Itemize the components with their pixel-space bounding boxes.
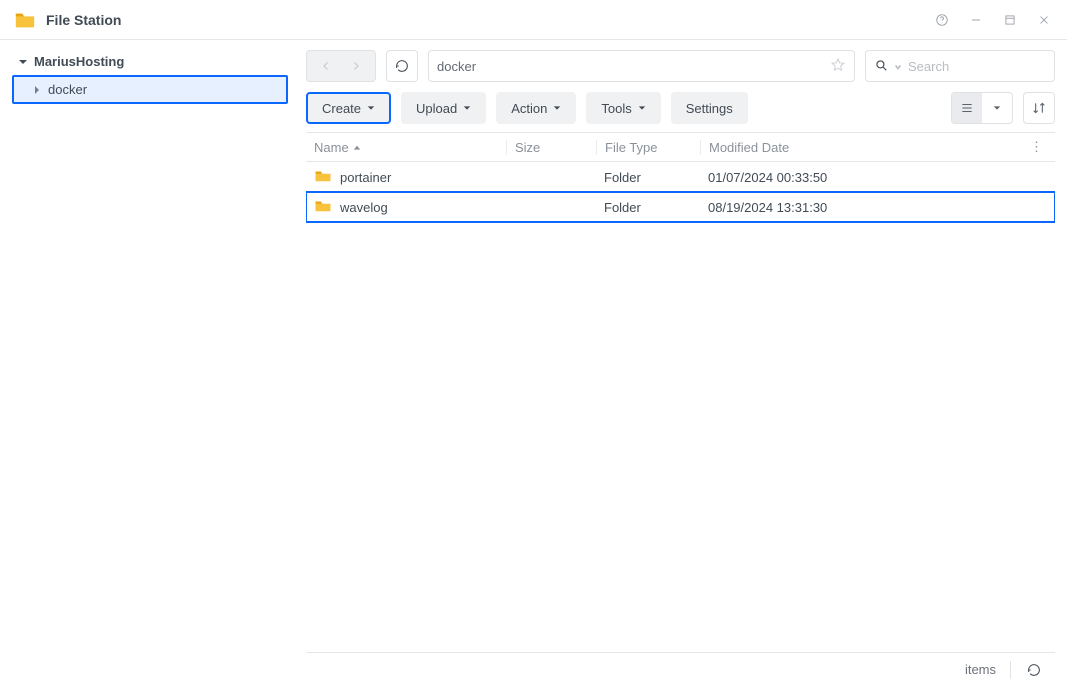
chevron-down-icon: [553, 104, 561, 112]
toolbar: Create Upload Action Tools Settings: [306, 92, 1055, 124]
column-date-label: Modified Date: [709, 140, 789, 155]
sort-button[interactable]: [1023, 92, 1055, 124]
table-row[interactable]: portainer Folder01/07/2024 00:33:50: [306, 162, 1055, 192]
divider: [1010, 661, 1011, 679]
minimize-button[interactable]: [967, 11, 985, 29]
create-label: Create: [322, 101, 361, 116]
status-refresh-button[interactable]: [1025, 661, 1043, 679]
search-box[interactable]: [865, 50, 1055, 82]
chevron-down-icon: [367, 104, 375, 112]
close-button[interactable]: [1035, 11, 1053, 29]
column-date[interactable]: Modified Date: [700, 140, 1022, 155]
table-header: Name Size File Type Modified Date ⋮: [306, 132, 1055, 162]
chevron-down-icon: [463, 104, 471, 112]
upload-button[interactable]: Upload: [401, 92, 486, 124]
chevron-down-icon: [18, 57, 28, 67]
settings-label: Settings: [686, 101, 733, 116]
view-mode-dropdown[interactable]: [982, 93, 1012, 123]
row-date: 01/07/2024 00:33:50: [700, 170, 1031, 185]
tree-child-label: docker: [48, 82, 87, 97]
column-type-label: File Type: [605, 140, 658, 155]
column-size[interactable]: Size: [506, 140, 596, 155]
sidebar: MariusHosting docker: [0, 40, 296, 686]
row-date: 08/19/2024 13:31:30: [700, 200, 1031, 215]
chevron-down-icon: [638, 104, 646, 112]
column-size-label: Size: [515, 140, 540, 155]
chevron-right-icon: [32, 85, 42, 95]
file-table: Name Size File Type Modified Date ⋮ port…: [306, 132, 1055, 652]
column-name[interactable]: Name: [306, 140, 506, 155]
back-button[interactable]: [311, 51, 341, 81]
content-pane: docker Create Upload: [296, 40, 1067, 686]
view-mode-group: [951, 92, 1013, 124]
tree-root-label: MariusHosting: [34, 54, 124, 69]
nav-row: docker: [306, 50, 1055, 82]
column-name-label: Name: [314, 140, 349, 155]
tree-root-item[interactable]: MariusHosting: [0, 50, 296, 73]
help-icon[interactable]: [933, 11, 951, 29]
favorite-star-icon[interactable]: [830, 57, 846, 76]
status-items-label: items: [965, 662, 996, 677]
status-bar: items: [306, 652, 1055, 686]
window-title: File Station: [46, 12, 121, 28]
titlebar: File Station: [0, 0, 1067, 40]
action-label: Action: [511, 101, 547, 116]
forward-button[interactable]: [341, 51, 371, 81]
tree-child-highlight: docker: [12, 75, 288, 104]
action-button[interactable]: Action: [496, 92, 576, 124]
nav-back-forward: [306, 50, 376, 82]
row-type: Folder: [596, 170, 700, 185]
app-folder-icon: [14, 9, 36, 31]
column-more-menu[interactable]: ⋮: [1022, 139, 1051, 155]
table-row[interactable]: wavelog Folder08/19/2024 13:31:30: [306, 192, 1055, 222]
tools-button[interactable]: Tools: [586, 92, 660, 124]
path-input[interactable]: docker: [428, 50, 855, 82]
settings-button[interactable]: Settings: [671, 92, 748, 124]
folder-icon: [314, 197, 332, 218]
table-body: portainer Folder01/07/2024 00:33:50 wavelo…: [306, 162, 1055, 652]
search-input[interactable]: [908, 59, 1067, 74]
refresh-button[interactable]: [386, 50, 418, 82]
row-name: wavelog: [340, 200, 388, 215]
sort-asc-icon: [353, 140, 361, 155]
maximize-button[interactable]: [1001, 11, 1019, 29]
row-type: Folder: [596, 200, 700, 215]
path-text: docker: [437, 59, 476, 74]
list-view-button[interactable]: [952, 93, 982, 123]
column-type[interactable]: File Type: [596, 140, 700, 155]
upload-label: Upload: [416, 101, 457, 116]
search-icon: [874, 58, 888, 75]
tools-label: Tools: [601, 101, 631, 116]
search-dropdown-icon[interactable]: [894, 59, 902, 74]
tree-child-item[interactable]: docker: [14, 77, 286, 102]
create-button[interactable]: Create: [306, 92, 391, 124]
folder-icon: [314, 167, 332, 188]
row-name: portainer: [340, 170, 391, 185]
